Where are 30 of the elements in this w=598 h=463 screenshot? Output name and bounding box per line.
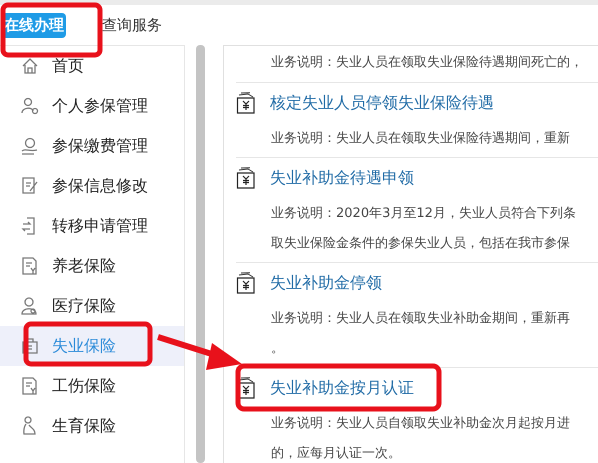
service-description: 取失业保险金条件的参保失业人员，包括在我市参保 <box>271 235 570 252</box>
sidebar-item[interactable]: 医疗保险 <box>0 286 184 326</box>
edit-document-icon <box>20 176 40 196</box>
service-description: 业务说明：失业人员在领取失业保险待遇期间，重新 <box>271 130 570 147</box>
nav-tab[interactable]: 查询服务 <box>100 12 164 38</box>
service-link[interactable]: 失业补助金按月认证 <box>270 378 414 398</box>
sidebar-item[interactable]: 个人参保管理 <box>0 86 184 126</box>
service-description: 的，应每月认证一次。 <box>271 445 401 462</box>
sidebar-item[interactable]: 养老保险 <box>0 246 184 286</box>
sidebar-item[interactable]: 生育保险 <box>0 406 184 446</box>
yen-document-icon <box>236 272 256 294</box>
service-link[interactable]: 核定失业人员停领失业保险待遇 <box>270 92 494 114</box>
service-link[interactable]: 失业补助金停领 <box>270 272 382 294</box>
sidebar-item[interactable]: 参保信息修改 <box>0 166 184 206</box>
service-description: 业务说明：2020年3月至12月，失业人员符合下列条 <box>271 205 576 222</box>
sidebar-item[interactable]: 工伤保险 <box>0 366 184 406</box>
briefcase-icon <box>20 336 40 356</box>
sidebar-item[interactable]: 首页 <box>0 46 184 86</box>
service-description: 业务说明：失业人员自领取失业补助金次月起按月进 <box>271 415 570 432</box>
service-link[interactable]: 失业补助金待遇申领 <box>270 168 414 188</box>
service-description: 业务说明：失业人员在领取失业补助金期间，重新再 <box>271 310 570 327</box>
sidebar-item[interactable]: 转移申请管理 <box>0 206 184 246</box>
scrollbar[interactable] <box>196 45 204 463</box>
yen-document-icon <box>236 92 256 114</box>
sidebar-item[interactable]: 参保缴费管理 <box>0 126 184 166</box>
yen-document-icon <box>236 167 256 189</box>
service-description: 业务说明：失业人员在领取失业保险待遇期间死亡的， <box>271 54 583 71</box>
person-gear-icon <box>20 96 40 116</box>
home-icon <box>20 56 40 76</box>
service-description: 。 <box>271 340 284 357</box>
